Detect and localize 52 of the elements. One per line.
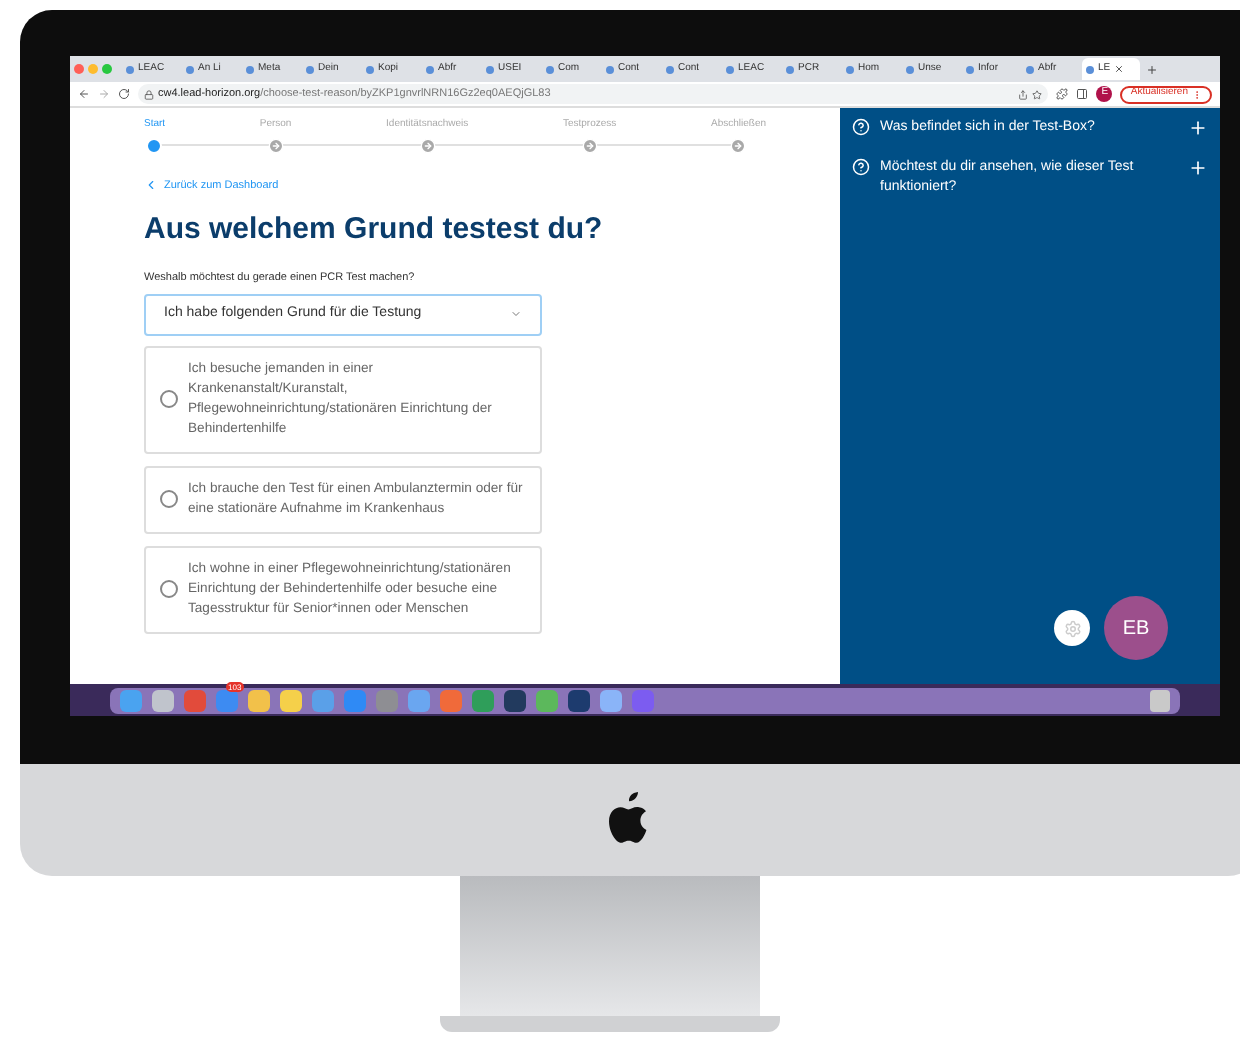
- favicon-icon: [126, 65, 134, 73]
- app-icon[interactable]: [536, 689, 558, 711]
- app-icon[interactable]: [568, 689, 590, 711]
- chevron-left-icon: [144, 178, 158, 193]
- favicon-icon: [426, 65, 434, 73]
- page-heading: Aus welchem Grund testest du?: [144, 211, 605, 249]
- lock-icon: [144, 89, 154, 99]
- settings-button[interactable]: [1054, 610, 1090, 646]
- settings-icon: [1063, 619, 1081, 637]
- favicon-icon: [366, 65, 374, 73]
- favicon-icon: [906, 65, 914, 73]
- app-icon[interactable]: [312, 689, 334, 711]
- favicon-icon: [486, 65, 494, 73]
- expand-icon[interactable]: [1188, 118, 1208, 138]
- app-icon[interactable]: [440, 689, 462, 711]
- favicon-icon: [186, 65, 194, 73]
- user-avatar[interactable]: EB: [1104, 596, 1168, 660]
- favicon-icon: [666, 65, 674, 73]
- app-icon[interactable]: [600, 689, 622, 711]
- favicon-icon: [306, 65, 314, 73]
- radio-button[interactable]: [160, 580, 178, 599]
- app-icon[interactable]: [280, 689, 302, 711]
- chevron-down-icon: [510, 308, 522, 321]
- favicon-icon: [966, 65, 974, 73]
- help-icon: [852, 158, 870, 176]
- app-icon[interactable]: [408, 689, 430, 711]
- favicon-icon: [606, 65, 614, 73]
- app-icon[interactable]: [152, 689, 174, 711]
- star-icon[interactable]: [1032, 89, 1043, 99]
- reload-icon[interactable]: [118, 88, 130, 100]
- back-icon[interactable]: [78, 88, 90, 100]
- forward-icon[interactable]: [98, 88, 110, 100]
- side-panel-icon[interactable]: [1076, 88, 1089, 100]
- app-icon[interactable]: [376, 689, 398, 711]
- extensions-icon[interactable]: [1056, 88, 1069, 100]
- app-icon[interactable]: [120, 689, 142, 711]
- trash-icon[interactable]: [1150, 689, 1170, 711]
- expand-icon[interactable]: [1188, 158, 1208, 178]
- radio-button[interactable]: [160, 490, 178, 509]
- app-icon[interactable]: [504, 689, 526, 711]
- favicon-icon: [846, 65, 854, 73]
- radio-button[interactable]: [160, 390, 178, 409]
- favicon-icon: [786, 65, 794, 73]
- new-tab-icon[interactable]: [1146, 63, 1158, 75]
- share-icon[interactable]: [1018, 89, 1029, 99]
- app-icon[interactable]: [248, 689, 270, 711]
- favicon-icon: [246, 65, 254, 73]
- favicon-icon: [546, 65, 554, 73]
- favicon-icon: [1086, 65, 1094, 73]
- favicon-icon: [1026, 65, 1034, 73]
- favicon-icon: [726, 65, 734, 73]
- help-icon: [852, 118, 870, 136]
